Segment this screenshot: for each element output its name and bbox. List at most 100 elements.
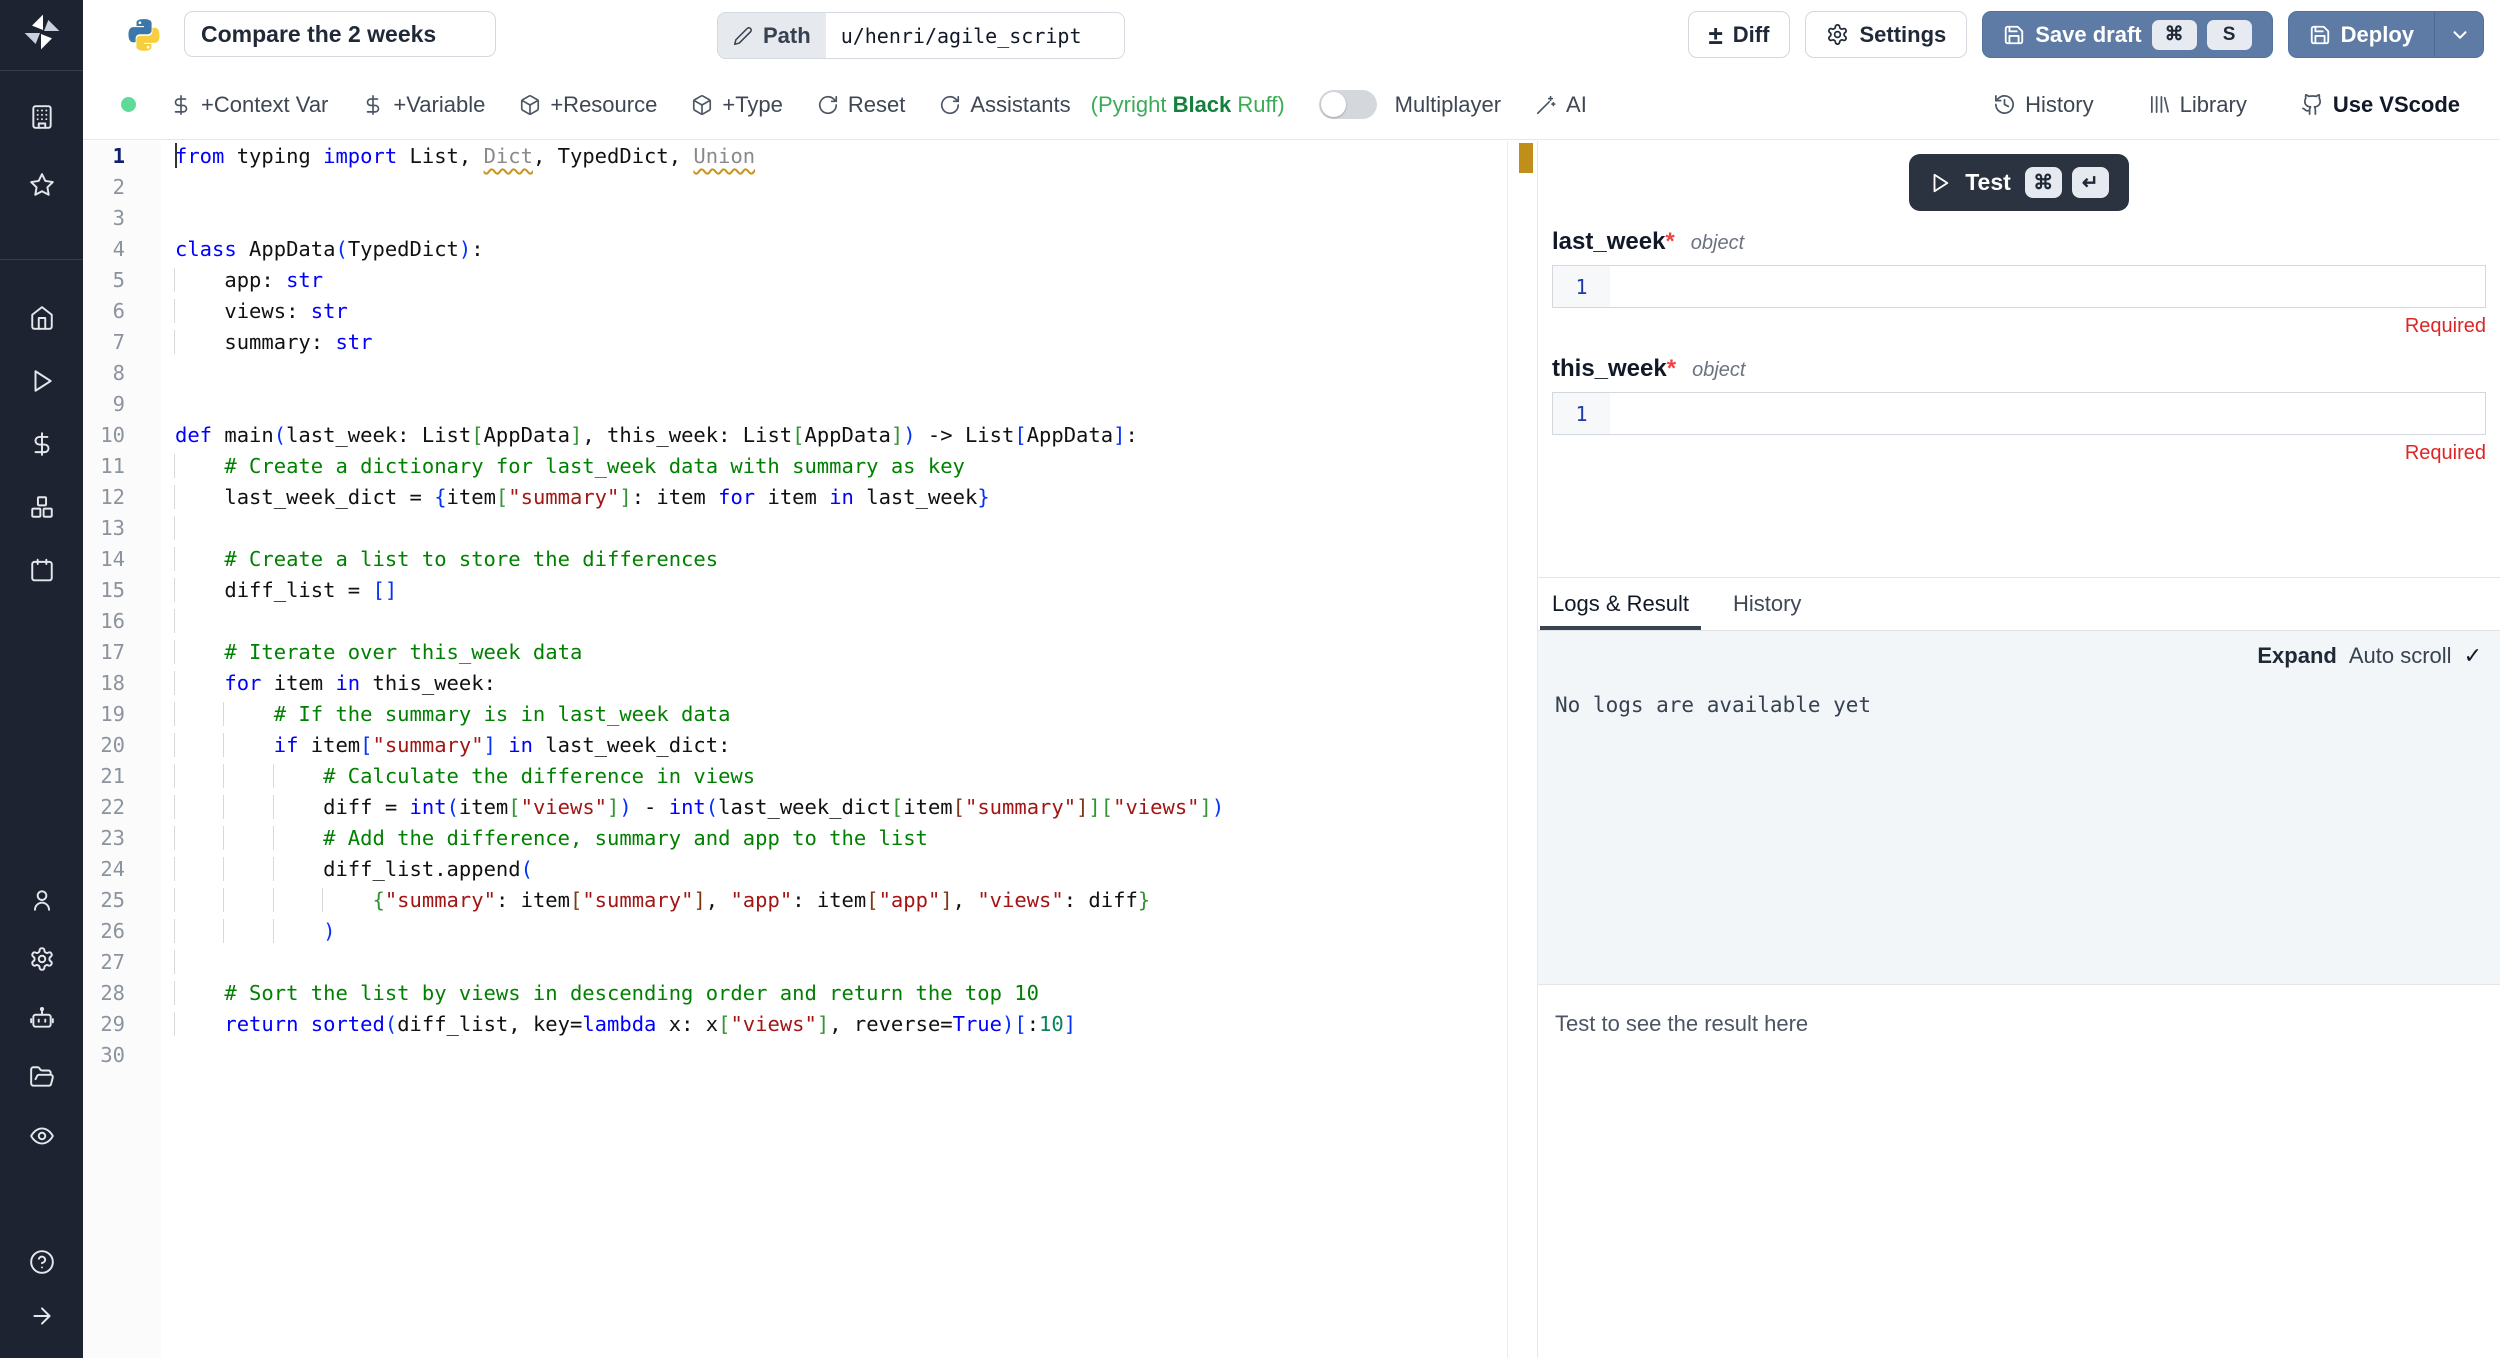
- add-type-button[interactable]: +Type: [691, 92, 783, 118]
- code-line[interactable]: 4class AppData(TypedDict):: [83, 234, 1507, 265]
- line-number: 16: [83, 606, 165, 637]
- code-line[interactable]: 23 # Add the difference, summary and app…: [83, 823, 1507, 854]
- dollar-icon: [29, 431, 55, 457]
- github-icon: [2301, 93, 2324, 116]
- windmill-logo-icon[interactable]: [22, 12, 62, 52]
- code-text: def main(last_week: List[AppData], this_…: [165, 420, 1138, 451]
- code-line[interactable]: 29 return sorted(diff_list, key=lambda x…: [83, 1009, 1507, 1040]
- sidebar-item-expand-sidebar[interactable]: [18, 1292, 66, 1340]
- windmill-script-editor: Path ± Diff Settings Save draft ⌘S Deplo…: [0, 0, 2500, 1358]
- code-line[interactable]: 10def main(last_week: List[AppData], thi…: [83, 420, 1507, 451]
- line-number: 12: [83, 482, 165, 513]
- sidebar-item-favorites[interactable]: [18, 161, 66, 209]
- sidebar-item-workers[interactable]: [18, 994, 66, 1042]
- pen-icon: [733, 26, 753, 46]
- arg-json-input[interactable]: 1: [1552, 265, 2486, 308]
- tab-history[interactable]: History: [1721, 578, 1813, 630]
- settings-button[interactable]: Settings: [1805, 11, 1967, 58]
- diff-button[interactable]: ± Diff: [1688, 11, 1791, 58]
- multiplayer-toggle[interactable]: [1319, 90, 1377, 119]
- code-line[interactable]: 14 # Create a list to store the differen…: [83, 544, 1507, 575]
- sidebar-item-settings[interactable]: [18, 935, 66, 983]
- test-args-form: Test ⌘↵ last_week*object1Requiredthis_we…: [1538, 141, 2500, 577]
- expand-button[interactable]: Expand: [2257, 643, 2336, 669]
- sidebar-item-audit-logs[interactable]: [18, 1112, 66, 1160]
- code-line[interactable]: 21 # Calculate the difference in views: [83, 761, 1507, 792]
- add-variable-button[interactable]: +Variable: [362, 92, 485, 118]
- code-line[interactable]: 2: [83, 172, 1507, 203]
- code-line[interactable]: 13: [83, 513, 1507, 544]
- code-text: diff_list.append(: [165, 854, 533, 885]
- path-label-segment[interactable]: Path: [718, 13, 826, 58]
- ai-button[interactable]: AI: [1535, 92, 1587, 118]
- code-line[interactable]: 18 for item in this_week:: [83, 668, 1507, 699]
- sidebar-item-resources[interactable]: [18, 483, 66, 531]
- code-line[interactable]: 22 diff = int(item["views"]) - int(last_…: [83, 792, 1507, 823]
- code-line[interactable]: 8: [83, 358, 1507, 389]
- history-button[interactable]: History: [1993, 92, 2093, 118]
- use-vscode-button[interactable]: Use VScode: [2301, 92, 2460, 118]
- code-line[interactable]: 16: [83, 606, 1507, 637]
- sidebar-item-folders[interactable]: [18, 1053, 66, 1101]
- line-number: 25: [83, 885, 165, 916]
- code-line[interactable]: 12 last_week_dict = {item["summary"]: it…: [83, 482, 1507, 513]
- line-number: 20: [83, 730, 165, 761]
- save-icon: [2003, 24, 2025, 46]
- code-line[interactable]: 26 ): [83, 916, 1507, 947]
- sidebar-item-variables[interactable]: [18, 420, 66, 468]
- sidebar-item-workspace[interactable]: [18, 93, 66, 141]
- code-text: [165, 172, 175, 203]
- code-line[interactable]: 24 diff_list.append(: [83, 854, 1507, 885]
- sidebar-item-schedules[interactable]: [18, 546, 66, 594]
- required-asterisk: *: [1665, 228, 1674, 256]
- deploy-button[interactable]: Deploy: [2288, 11, 2484, 58]
- sidebar-item-runs[interactable]: [18, 357, 66, 405]
- auto-scroll-toggle[interactable]: Auto scroll: [2349, 643, 2452, 669]
- code-text: diff_list = []: [165, 575, 397, 606]
- line-number: 17: [83, 637, 165, 668]
- line-number: 27: [83, 947, 165, 978]
- warning-marker: [1519, 143, 1533, 173]
- code-line[interactable]: 17 # Iterate over this_week data: [83, 637, 1507, 668]
- reset-button[interactable]: Reset: [817, 92, 905, 118]
- editor-overview-ruler[interactable]: [1507, 141, 1538, 1358]
- code-line[interactable]: 5 app: str: [83, 265, 1507, 296]
- sidebar-item-users[interactable]: [18, 876, 66, 924]
- code-line[interactable]: 6 views: str: [83, 296, 1507, 327]
- code-line[interactable]: 1from typing import List, Dict, TypedDic…: [83, 141, 1507, 172]
- code-line[interactable]: 20 if item["summary"] in last_week_dict:: [83, 730, 1507, 761]
- save-draft-button[interactable]: Save draft ⌘S: [1982, 11, 2272, 58]
- arg-json-input[interactable]: 1: [1552, 392, 2486, 435]
- code-text: views: str: [165, 296, 348, 327]
- add-context-var-button[interactable]: +Context Var: [170, 92, 328, 118]
- library-button[interactable]: Library: [2148, 92, 2247, 118]
- sidebar-item-help[interactable]: [18, 1238, 66, 1286]
- tab-logs-result[interactable]: Logs & Result: [1540, 578, 1701, 630]
- arg-type: object: [1692, 359, 1745, 382]
- code-line[interactable]: 27: [83, 947, 1507, 978]
- code-line[interactable]: 15 diff_list = []: [83, 575, 1507, 606]
- code-line[interactable]: 7 summary: str: [83, 327, 1507, 358]
- assistants-button[interactable]: Assistants: [939, 92, 1070, 118]
- deploy-label: Deploy: [2341, 22, 2414, 48]
- code-line[interactable]: 9: [83, 389, 1507, 420]
- code-line[interactable]: 19 # If the summary is in last_week data: [83, 699, 1507, 730]
- script-name-input[interactable]: [184, 11, 496, 57]
- sidebar-item-home[interactable]: [18, 294, 66, 342]
- package-icon: [519, 94, 541, 116]
- code-line[interactable]: 30: [83, 1040, 1507, 1071]
- code-line[interactable]: 28 # Sort the list by views in descendin…: [83, 978, 1507, 1009]
- arg-type: object: [1691, 232, 1744, 255]
- path-group: Path: [717, 12, 1125, 59]
- arg-last_week: last_week*object1Required: [1552, 228, 2486, 338]
- check-icon[interactable]: ✓: [2464, 643, 2482, 669]
- code-line[interactable]: 25 {"summary": item["summary"], "app": i…: [83, 885, 1507, 916]
- code-line[interactable]: 11 # Create a dictionary for last_week d…: [83, 451, 1507, 482]
- code-editor[interactable]: 1from typing import List, Dict, TypedDic…: [83, 141, 1507, 1358]
- path-input[interactable]: [826, 13, 1124, 58]
- assistants-status: (Pyright Black Ruff): [1091, 92, 1285, 118]
- code-line[interactable]: 3: [83, 203, 1507, 234]
- add-resource-button[interactable]: +Resource: [519, 92, 657, 118]
- code-text: [165, 1040, 175, 1071]
- test-button[interactable]: Test ⌘↵: [1909, 154, 2129, 211]
